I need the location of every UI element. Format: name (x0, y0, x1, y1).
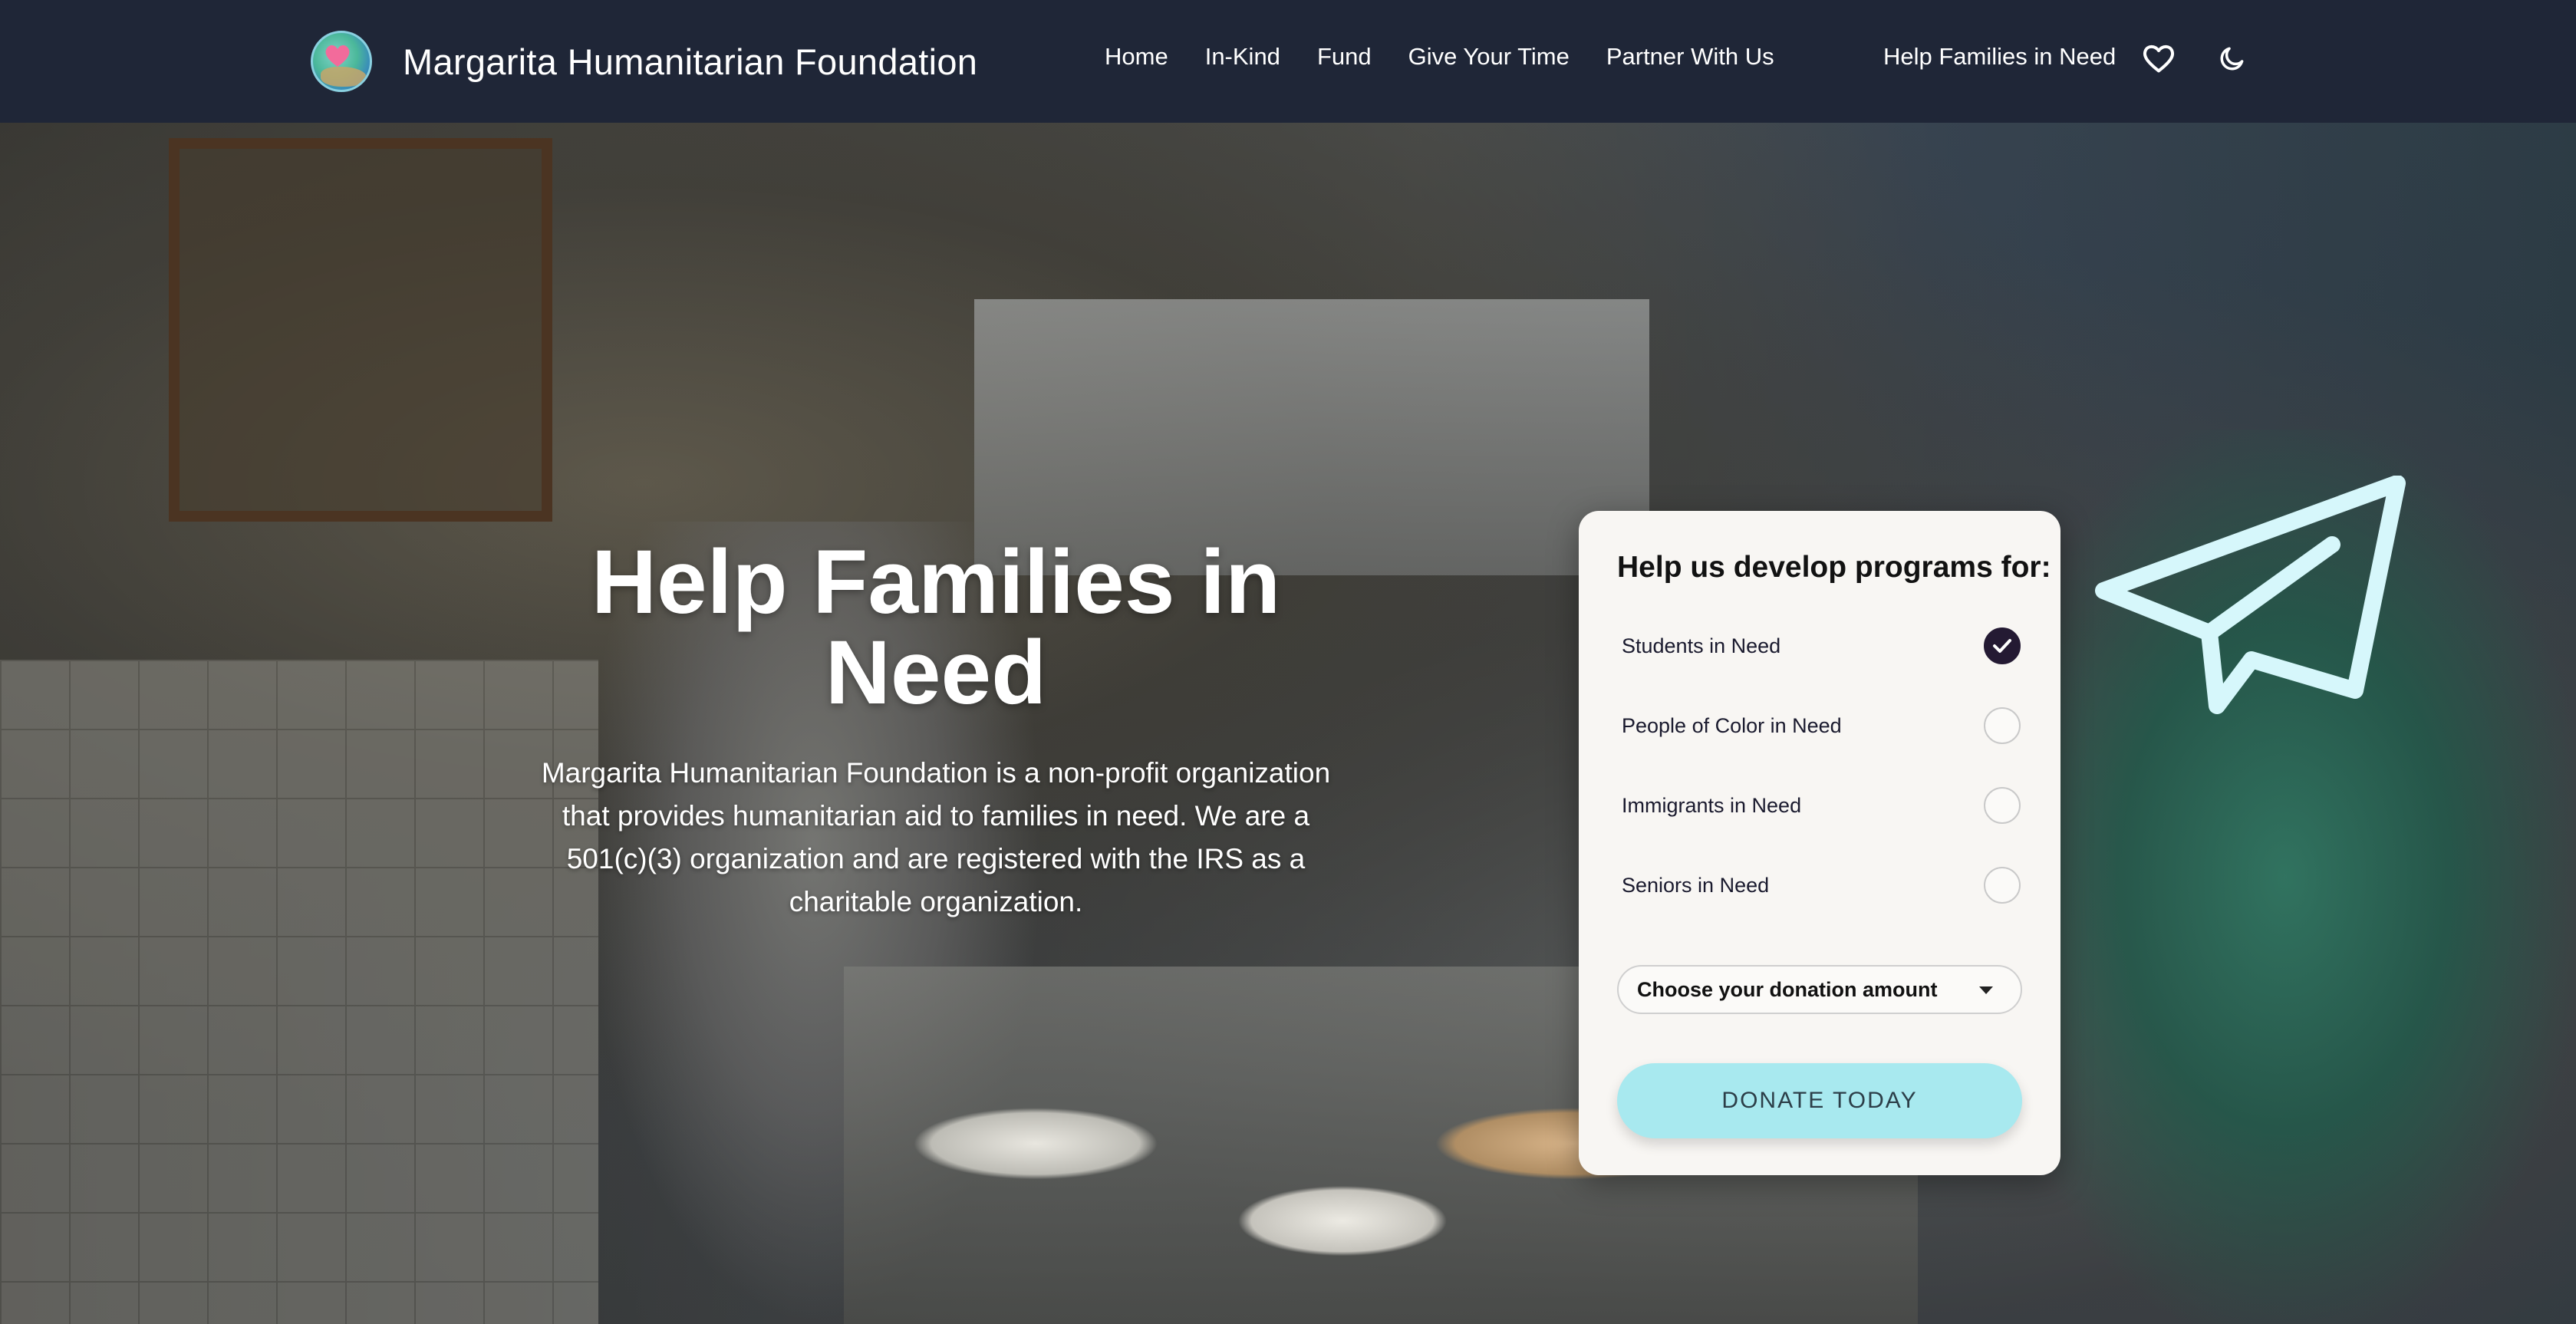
nav-link-in-kind[interactable]: In-Kind (1205, 43, 1280, 71)
option-immigrants-in-need[interactable]: Immigrants in Need (1622, 784, 2021, 827)
nav-link-partner-with-us[interactable]: Partner With Us (1606, 43, 1774, 71)
hero-title: Help Families in Need (591, 532, 1281, 723)
option-label: Seniors in Need (1622, 873, 1770, 897)
option-people-of-color-in-need[interactable]: People of Color in Need (1622, 704, 2021, 747)
hero-description: Margarita Humanitarian Foundation is a n… (541, 757, 1331, 917)
option-label: People of Color in Need (1622, 713, 1842, 737)
bg-tile-wall (0, 660, 598, 1324)
bg-shelf (169, 138, 552, 522)
select-value: Choose your donation amount (1637, 977, 1938, 1001)
nav-link-help-families[interactable]: Help Families in Need (1883, 43, 2116, 71)
donation-card: Help us develop programs for: Students i… (1579, 511, 2060, 1175)
option-seniors-in-need[interactable]: Seniors in Need (1622, 864, 2021, 907)
option-students-in-need[interactable]: Students in Need (1622, 624, 2021, 667)
bg-bowls (882, 1066, 1649, 1324)
brand[interactable]: Margarita Humanitarian Foundation (311, 31, 977, 92)
logo-heart-icon (325, 44, 350, 67)
radio-unchecked[interactable] (1984, 787, 2021, 824)
caret-down-icon (1979, 986, 1993, 994)
donate-button[interactable]: DONATE TODAY (1617, 1063, 2022, 1138)
hero-section: Help Families in Need Margarita Humanita… (0, 123, 2576, 1324)
globe-heart-logo (311, 31, 372, 92)
check-icon (1993, 639, 2011, 653)
navbar: Margarita Humanitarian Foundation Home I… (0, 0, 2576, 123)
nav-link-fund[interactable]: Fund (1317, 43, 1372, 71)
heart-icon[interactable] (2137, 37, 2180, 80)
paper-plane-icon (2095, 476, 2406, 714)
nav-link-give-your-time[interactable]: Give Your Time (1408, 43, 1570, 71)
radio-unchecked[interactable] (1984, 867, 2021, 904)
radio-unchecked[interactable] (1984, 707, 2021, 744)
moon-icon[interactable] (2211, 37, 2254, 80)
nav-link-home[interactable]: Home (1105, 43, 1168, 71)
logo-land-shape (321, 67, 367, 87)
donation-amount-select[interactable]: Choose your donation amount (1617, 965, 2022, 1014)
card-title: Help us develop programs for: (1617, 551, 2051, 584)
option-label: Immigrants in Need (1622, 793, 1802, 817)
brand-name[interactable]: Margarita Humanitarian Foundation (403, 41, 977, 83)
main-nav: Home In-Kind Fund Give Your Time Partner… (1105, 43, 1774, 71)
hero-background-photo (0, 123, 2576, 1324)
option-label: Students in Need (1622, 634, 1781, 657)
radio-checked[interactable] (1984, 627, 2021, 664)
